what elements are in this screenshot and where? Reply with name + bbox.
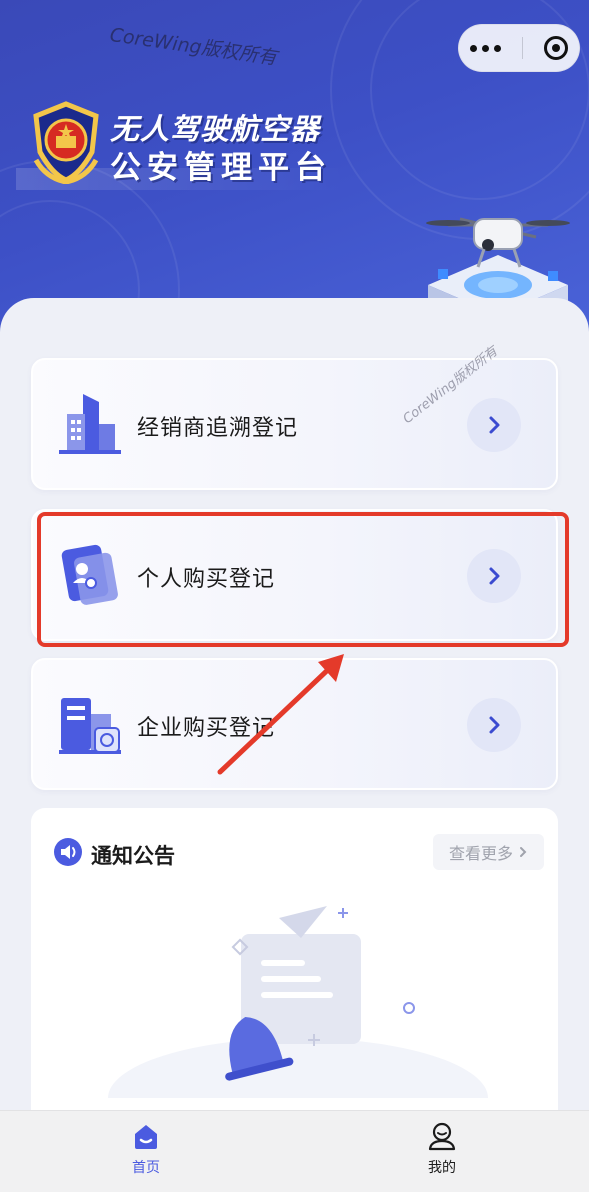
platform-title-line2: 公安管理平台: [110, 150, 332, 186]
view-more-button[interactable]: 查看更多: [433, 834, 544, 870]
target-circle-icon[interactable]: [544, 36, 569, 60]
notice-title: 通知公告: [91, 844, 175, 868]
dealer-trace-registration-label: 经销商追溯登记: [137, 416, 299, 441]
header-banner: CoreWing版权所有 无人驾驶航空器 公安管理平台: [0, 0, 589, 340]
tab-home[interactable]: 首页: [96, 1111, 196, 1192]
view-more-label: 查看更多: [448, 844, 513, 863]
tab-home-label: 首页: [132, 1160, 160, 1176]
tab-mine-label: 我的: [428, 1160, 456, 1176]
notice-panel: 通知公告 查看更多: [31, 808, 558, 1118]
home-icon: [135, 1125, 157, 1149]
mini-program-capsule: [458, 24, 580, 72]
enterprise-building-icon: [59, 698, 121, 754]
tab-mine[interactable]: 我的: [392, 1111, 492, 1192]
chevron-right-icon: [520, 847, 527, 857]
chevron-right-icon: [489, 416, 500, 434]
empty-bell-illustration: [108, 906, 488, 1098]
speaker-icon: [54, 838, 82, 866]
police-emblem-icon: [33, 101, 99, 184]
user-icon: [428, 1122, 456, 1151]
bottom-tab-bar: 首页 我的: [0, 1110, 589, 1192]
enterprise-purchase-arrow-button[interactable]: [467, 698, 521, 752]
watermark-top: CoreWing版权所有: [108, 23, 279, 70]
capsule-divider: [521, 37, 523, 59]
building-icon: [59, 394, 121, 454]
pointer-arrow-annotation: [217, 654, 344, 775]
chevron-right-icon: [489, 716, 500, 734]
highlight-box-annotation: [37, 512, 569, 647]
more-dots-icon[interactable]: [469, 44, 501, 52]
dealer-trace-registration-card[interactable]: 经销商追溯登记: [31, 358, 558, 490]
dealer-trace-arrow-button[interactable]: [467, 398, 521, 452]
